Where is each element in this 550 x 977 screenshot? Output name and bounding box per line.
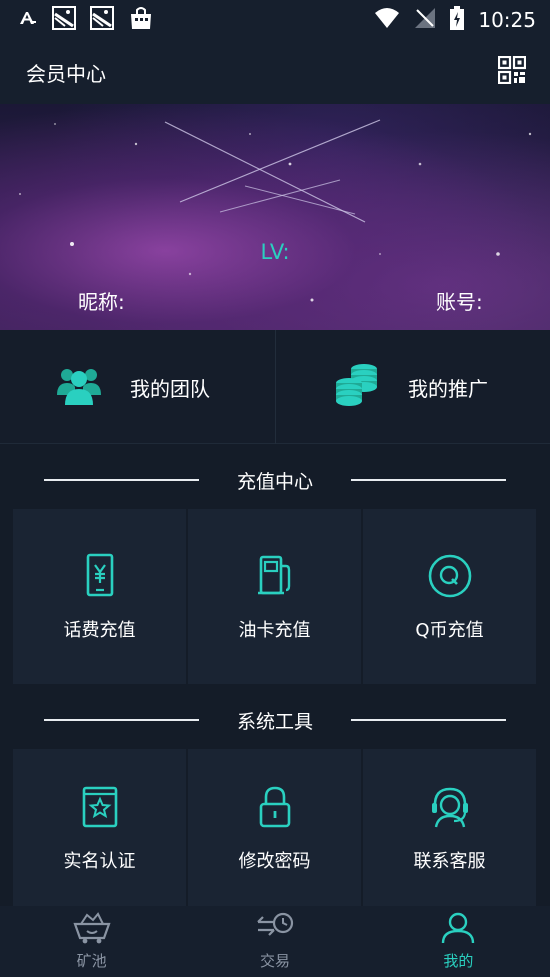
header: 会员中心: [0, 40, 550, 104]
nav-mine[interactable]: 我的: [367, 906, 550, 977]
status-bar: 10:25: [0, 0, 550, 40]
wifi-icon: [374, 7, 400, 33]
contact-support-label: 联系客服: [413, 850, 486, 872]
q-coin-recharge-button[interactable]: Q币充值: [363, 509, 536, 684]
nickname-label: 昵称:: [78, 290, 125, 314]
fuel-pump-icon: [251, 552, 299, 600]
divider-line: [43, 479, 199, 481]
my-team-button[interactable]: 我的团队: [0, 330, 275, 444]
divider-line: [351, 719, 506, 721]
tools-section-header: 系统工具: [0, 688, 550, 752]
status-time: 10:25: [478, 8, 536, 32]
tools-section-title: 系统工具: [236, 710, 313, 733]
phone-yuan-icon: [76, 552, 124, 600]
team-icon: [56, 365, 102, 409]
divider-line: [351, 479, 506, 481]
nav-mine-label: 我的: [443, 952, 474, 970]
image-notification-icon: [90, 6, 114, 34]
shopping-bag-icon: [128, 5, 154, 35]
real-name-verification-label: 实名认证: [63, 850, 136, 872]
no-signal-icon: [414, 7, 436, 33]
id-card-star-icon: [76, 783, 124, 831]
person-icon: [440, 912, 476, 948]
fuel-card-recharge-button[interactable]: 油卡充值: [188, 509, 361, 684]
nav-mining-pool[interactable]: 矿池: [0, 906, 183, 977]
nav-mining-pool-label: 矿池: [76, 952, 107, 970]
contact-support-button[interactable]: 联系客服: [363, 749, 536, 906]
exchange-clock-icon: [256, 912, 294, 948]
q-coin-recharge-label: Q币充值: [415, 619, 484, 641]
nav-trade[interactable]: 交易: [183, 906, 366, 977]
fuel-card-recharge-label: 油卡充值: [238, 619, 311, 641]
profile-banner: LV: 昵称: 账号:: [0, 104, 550, 330]
real-name-verification-button[interactable]: 实名认证: [13, 749, 186, 906]
quick-links: 我的团队 我的推广: [0, 330, 550, 444]
q-coin-icon: [426, 552, 474, 600]
customer-service-icon: [426, 783, 474, 831]
recharge-section-title: 充值中心: [236, 470, 313, 493]
recharge-grid: 话费充值 油卡充值 Q币充值: [13, 509, 536, 684]
my-promotion-label: 我的推广: [408, 376, 488, 401]
level-label: LV:: [260, 240, 290, 264]
image-notification-icon: [52, 6, 76, 34]
my-promotion-button[interactable]: 我的推广: [275, 330, 550, 444]
change-password-label: 修改密码: [238, 850, 311, 872]
nav-trade-label: 交易: [259, 952, 290, 970]
tools-grid: 实名认证 修改密码 联系客服: [13, 749, 536, 906]
status-left-icons: [18, 5, 154, 35]
lock-icon: [251, 783, 299, 831]
my-team-label: 我的团队: [130, 376, 210, 401]
phone-recharge-button[interactable]: 话费充值: [13, 509, 186, 684]
battery-charging-icon: [450, 6, 465, 34]
coins-stack-icon: [334, 362, 380, 412]
recharge-section-header: 充值中心: [0, 448, 550, 512]
mine-cart-icon: [73, 912, 111, 948]
change-password-button[interactable]: 修改密码: [188, 749, 361, 906]
divider-line: [43, 719, 199, 721]
font-a-icon: [18, 8, 38, 32]
status-right-icons: 10:25: [374, 6, 536, 34]
phone-recharge-label: 话费充值: [63, 619, 136, 641]
account-label: 账号:: [436, 290, 483, 314]
qr-code-icon[interactable]: [497, 55, 527, 88]
page-title: 会员中心: [26, 61, 106, 86]
bottom-navigation: 矿池 交易 我的: [0, 906, 550, 977]
